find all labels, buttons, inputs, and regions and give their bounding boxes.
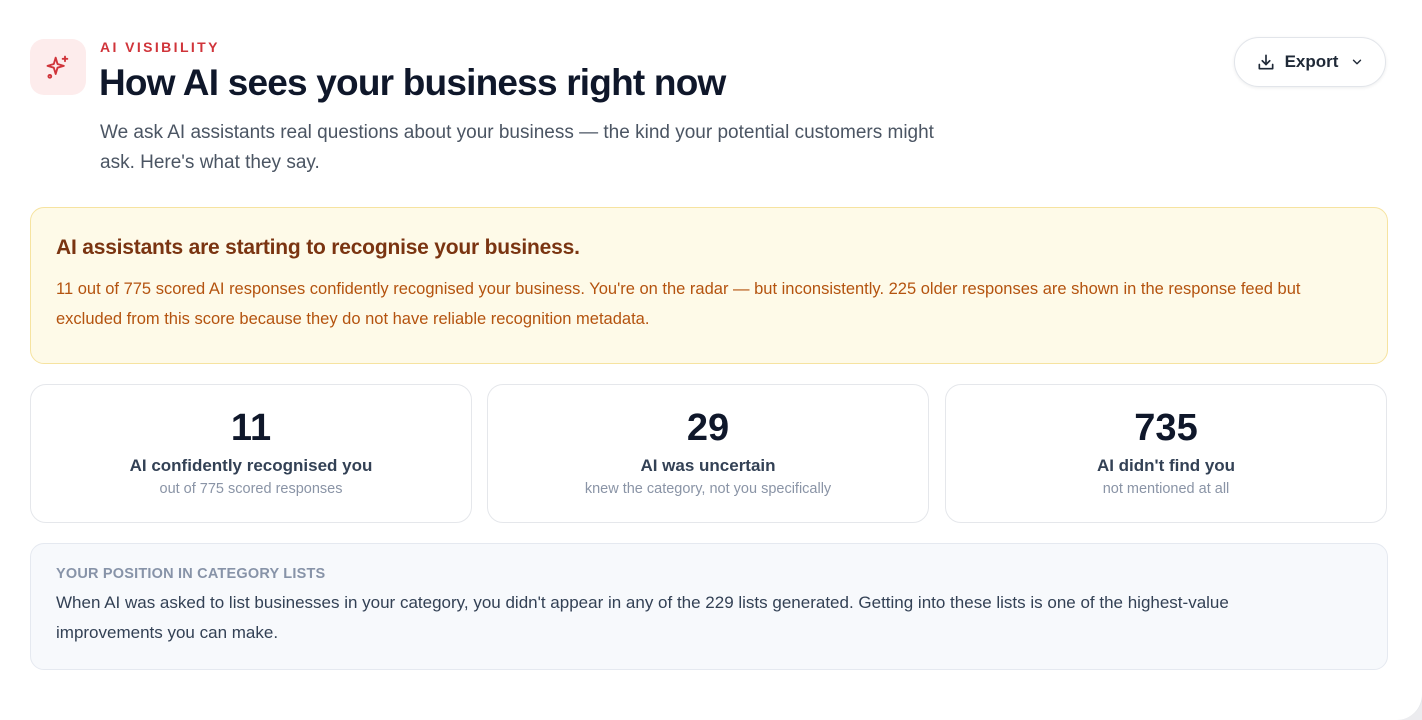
chevron-down-icon — [1350, 55, 1364, 69]
position-body: When AI was asked to list businesses in … — [56, 593, 1229, 642]
stat-value: 29 — [686, 407, 730, 449]
stat-value: 735 — [1134, 407, 1198, 449]
sparkles-icon — [44, 53, 72, 81]
download-icon — [1256, 52, 1276, 72]
page-subtitle: We ask AI assistants real questions abou… — [100, 122, 934, 173]
export-button-label: Export — [1284, 52, 1339, 71]
stats-row: 11 AI confidently recognised you out of … — [30, 384, 1388, 523]
stat-sub: not mentioned at all — [1102, 481, 1230, 497]
category-position-box: YOUR POSITION IN CATEGORY LISTS When AI … — [30, 543, 1388, 670]
stat-label: AI was uncertain — [640, 456, 776, 475]
stat-card-recognised: 11 AI confidently recognised you out of … — [30, 384, 472, 523]
stat-sub: knew the category, not you specifically — [584, 481, 832, 497]
ai-visibility-card: AI VISIBILITY How AI sees your business … — [0, 0, 1422, 720]
recognition-alert: AI assistants are starting to recognise … — [30, 207, 1388, 364]
position-heading: YOUR POSITION IN CATEGORY LISTS — [56, 566, 326, 582]
stat-card-not-found: 735 AI didn't find you not mentioned at … — [945, 384, 1387, 523]
stat-value: 11 — [230, 407, 272, 449]
export-button[interactable]: Export — [1234, 37, 1386, 87]
stat-label: AI didn't find you — [1096, 456, 1236, 475]
stat-label: AI confidently recognised you — [129, 456, 373, 475]
stat-card-uncertain: 29 AI was uncertain knew the category, n… — [487, 384, 929, 523]
stat-sub: out of 775 scored responses — [159, 481, 343, 497]
alert-title: AI assistants are starting to recognise … — [56, 236, 580, 259]
section-eyebrow: AI VISIBILITY — [100, 39, 220, 55]
header-icon-tile — [30, 39, 86, 95]
page-title: How AI sees your business right now — [99, 62, 726, 103]
alert-body: 11 out of 775 scored AI responses confid… — [56, 280, 1301, 328]
